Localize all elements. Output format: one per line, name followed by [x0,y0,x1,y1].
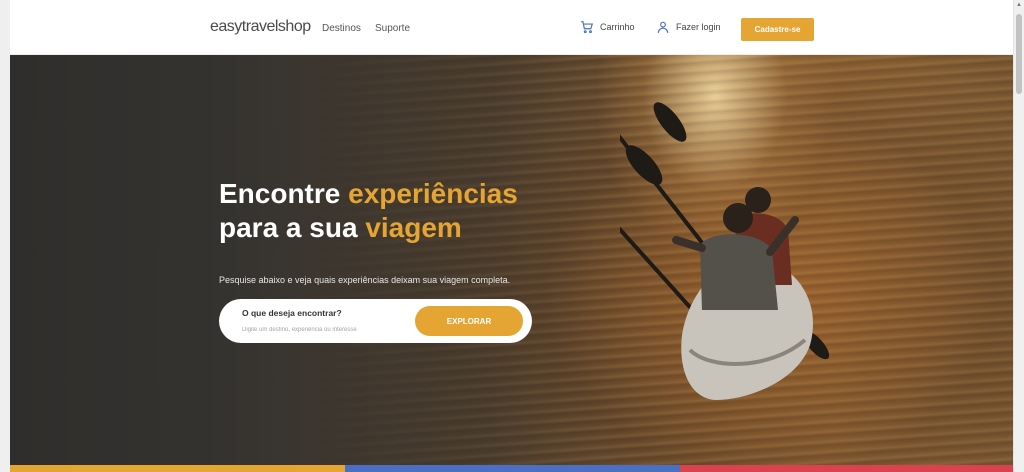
cart-link[interactable]: Carrinho [580,20,635,34]
site-header: easytravelshop Destinos Suporte Carrinho… [10,0,1014,55]
hero-title-line2: para a sua viagem [219,212,462,243]
shopping-cart-icon [581,21,594,34]
scrollbar[interactable]: ▲ [1013,0,1024,472]
strip-segment-orange [10,465,345,472]
search-box: O que deseja encontrar? EXPLORAR [219,299,532,343]
login-link[interactable]: Fazer login [656,20,721,34]
water-texture [10,55,1014,465]
hero-section: Encontre experiências para a sua viagem … [10,55,1014,465]
nav-suporte[interactable]: Suporte [375,23,410,34]
bottom-color-strip [10,465,1014,472]
cart-label: Carrinho [600,22,635,32]
login-label: Fazer login [676,22,721,32]
hero-title-line1: Encontre experiências [219,178,518,209]
kayakers-image [620,102,830,400]
search-label: O que deseja encontrar? [242,308,342,318]
scroll-up-arrow-icon[interactable]: ▲ [1016,2,1022,8]
signup-button[interactable]: Cadastre-se [741,18,814,41]
paddle-back [620,102,705,246]
explore-button[interactable]: EXPLORAR [415,306,523,336]
strip-segment-blue [345,465,680,472]
hero-subtitle: Pesquise abaixo e veja quais experiência… [219,275,511,285]
nav-destinos[interactable]: Destinos [322,23,361,34]
scroll-thumb[interactable] [1016,14,1022,94]
strip-segment-red [680,465,1014,472]
search-input[interactable] [242,324,402,336]
hero-title: Encontre experiências para a sua viagem [219,177,518,245]
user-icon [657,21,669,33]
logo[interactable]: easytravelshop [210,18,311,36]
